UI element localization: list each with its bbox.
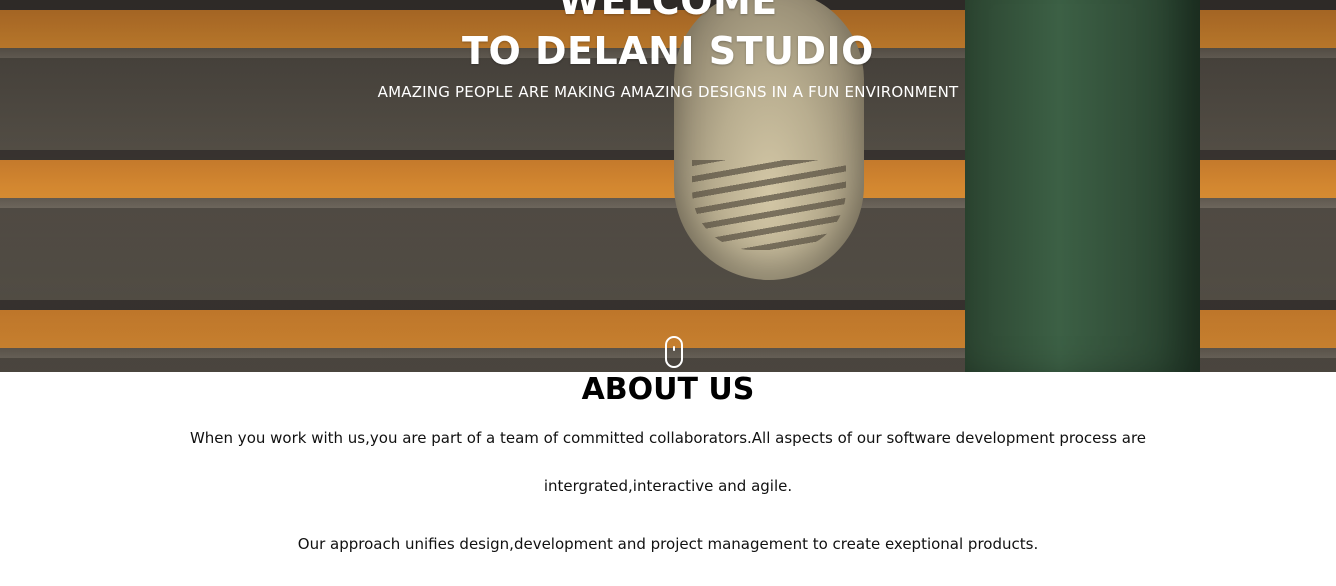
mouse-scroll-icon[interactable] <box>665 336 683 368</box>
hero-section: WELCOME TO DELANI STUDIO AMAZING PEOPLE … <box>0 0 1336 372</box>
hero-title-line2: TO DELANI STUDIO <box>462 29 874 73</box>
hero-subtitle: AMAZING PEOPLE ARE MAKING AMAZING DESIGN… <box>377 83 959 101</box>
about-paragraph-2: Our approach unifies design,development … <box>297 535 1039 553</box>
about-section: ABOUT US When you work with us,you are p… <box>0 372 1336 554</box>
hero-content: WELCOME TO DELANI STUDIO AMAZING PEOPLE … <box>0 0 1336 102</box>
hero-title-line1: WELCOME <box>558 0 778 23</box>
about-paragraph-1: When you work with us,you are part of a … <box>189 429 1147 495</box>
hero-title: WELCOME TO DELANI STUDIO <box>0 0 1336 76</box>
about-heading: ABOUT US <box>581 372 755 407</box>
mouse-wheel-icon <box>673 346 675 351</box>
